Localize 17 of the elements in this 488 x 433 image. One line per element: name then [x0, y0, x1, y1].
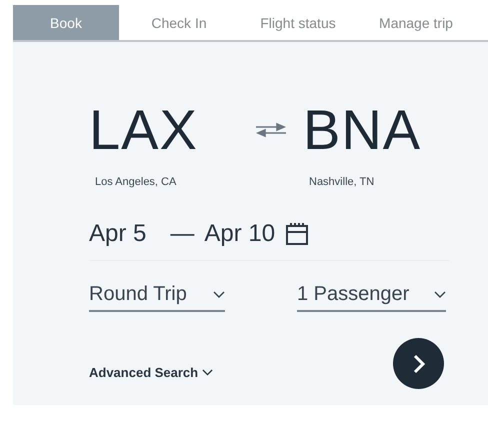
advanced-search-toggle[interactable]: Advanced Search	[89, 365, 214, 380]
chevron-down-icon	[202, 368, 214, 376]
city-name: Nashville, TN	[308, 176, 374, 188]
chevron-down-icon	[213, 290, 225, 298]
swap-arrows-icon[interactable]	[253, 121, 289, 139]
trip-type-dropdown[interactable]: Round Trip	[89, 283, 225, 312]
chevron-down-icon	[434, 290, 446, 298]
date-separator: —	[170, 220, 194, 248]
chevron-right-icon	[412, 352, 426, 374]
calendar-icon[interactable]	[285, 222, 310, 246]
airport-code[interactable]: BNA	[303, 102, 422, 158]
depart-date[interactable]: Apr 5	[89, 220, 146, 248]
search-button[interactable]	[393, 338, 444, 389]
city-name: Los Angeles, CA	[94, 176, 176, 188]
return-date[interactable]: Apr 10	[204, 220, 276, 248]
airport-code[interactable]: LAX	[89, 102, 198, 158]
passengers-dropdown[interactable]: 1 Passenger	[297, 283, 446, 312]
